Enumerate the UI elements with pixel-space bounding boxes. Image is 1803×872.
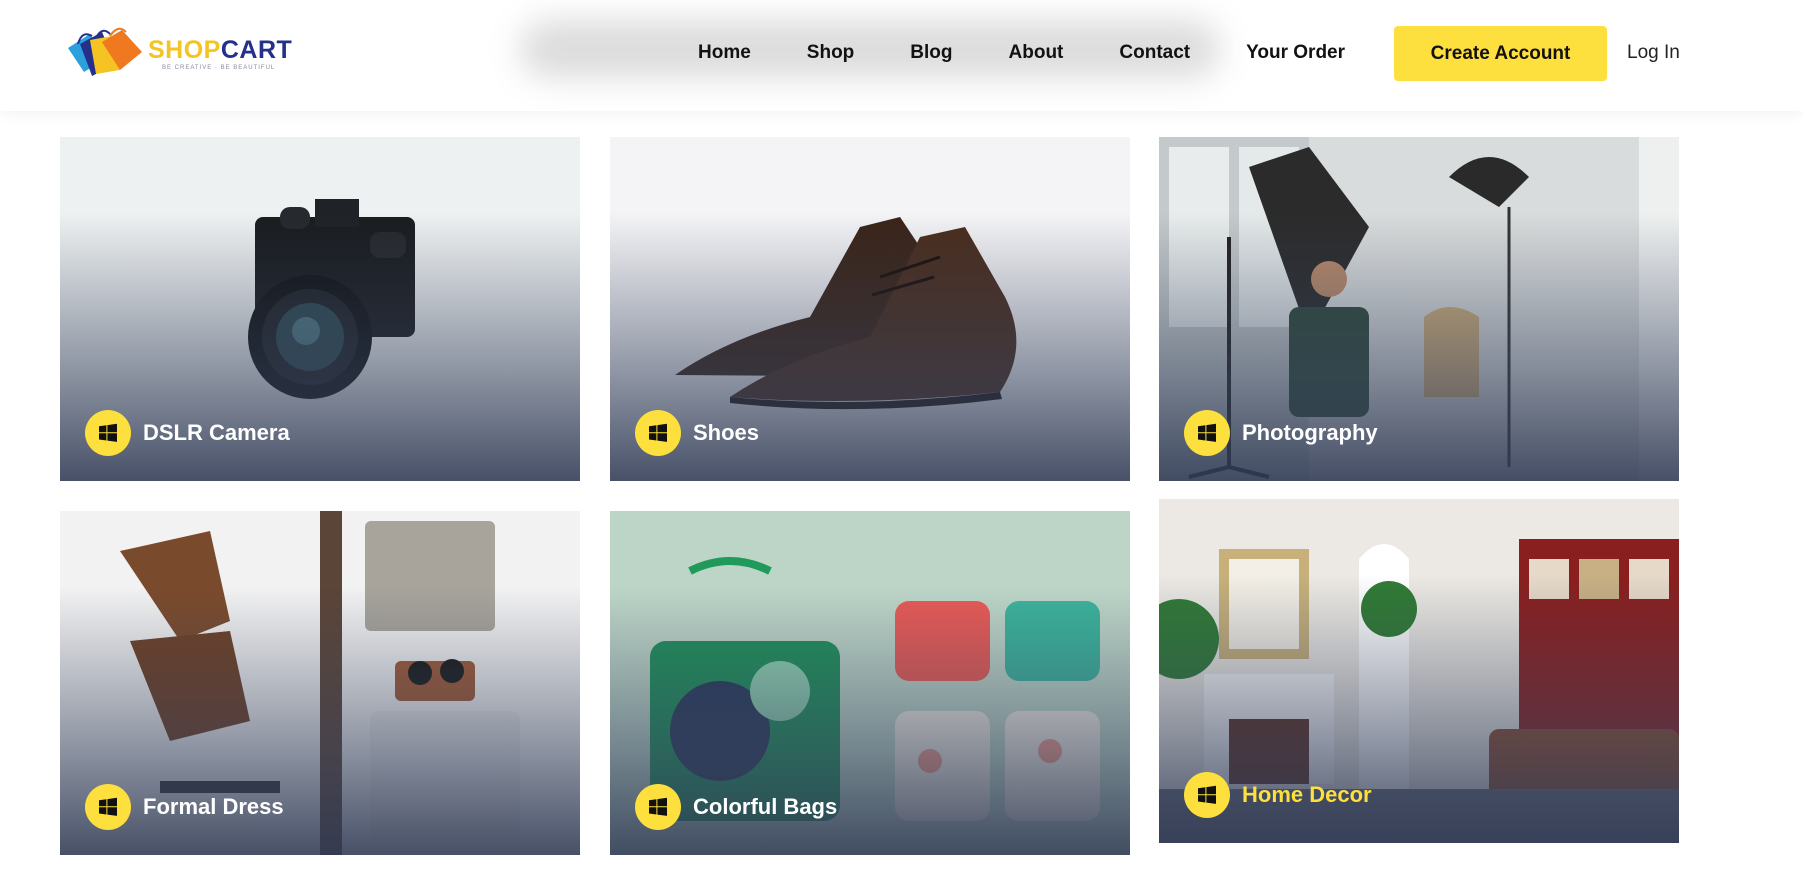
- category-card-home-decor[interactable]: Home Decor: [1159, 499, 1679, 843]
- card-label: Photography: [1184, 410, 1378, 456]
- brand-name-cart: CART: [220, 35, 293, 64]
- card-title: Home Decor: [1242, 782, 1372, 807]
- site-header: SHOPCART BE CREATIVE · BE BEAUTIFUL Home…: [0, 0, 1803, 111]
- nav-your-order[interactable]: Your Order: [1246, 42, 1345, 64]
- card-label: Shoes: [635, 410, 759, 456]
- card-title: Formal Dress: [143, 794, 284, 819]
- card-label: Home Decor: [1184, 772, 1372, 818]
- card-title: Shoes: [693, 420, 760, 445]
- windows-icon: [635, 784, 681, 830]
- category-card-colorful-bags[interactable]: Colorful Bags: [610, 511, 1130, 855]
- card-label: Formal Dress: [85, 784, 284, 830]
- nav-blog[interactable]: Blog: [910, 42, 952, 64]
- nav-home[interactable]: Home: [698, 42, 751, 64]
- main-nav: Home Shop Blog About Contact Your Order: [698, 42, 1345, 64]
- card-title: Colorful Bags: [693, 794, 838, 819]
- nav-contact[interactable]: Contact: [1119, 42, 1190, 64]
- card-title: DSLR Camera: [143, 420, 290, 445]
- login-link[interactable]: Log In: [1627, 42, 1680, 64]
- windows-icon: [1184, 772, 1230, 818]
- nav-about[interactable]: About: [1009, 42, 1064, 64]
- brand-name: SHOPCART: [148, 36, 292, 64]
- category-card-dslr-camera[interactable]: DSLR Camera: [60, 137, 580, 481]
- create-account-button[interactable]: Create Account: [1394, 26, 1607, 81]
- brand-name-shop: SHOP: [148, 35, 221, 64]
- shopping-bags-logo-icon: [64, 24, 156, 82]
- windows-icon: [85, 784, 131, 830]
- windows-icon: [85, 410, 131, 456]
- category-card-formal-dress[interactable]: Formal Dress: [60, 511, 580, 855]
- card-title: Photography: [1242, 420, 1378, 445]
- windows-icon: [1184, 410, 1230, 456]
- card-label: DSLR Camera: [85, 410, 290, 456]
- brand-tagline: BE CREATIVE · BE BEAUTIFUL: [162, 64, 276, 71]
- category-card-shoes[interactable]: Shoes: [610, 137, 1130, 481]
- category-card-photography[interactable]: Photography: [1159, 137, 1679, 481]
- windows-icon: [635, 410, 681, 456]
- nav-shop[interactable]: Shop: [807, 42, 855, 64]
- brand-logo[interactable]: SHOPCART BE CREATIVE · BE BEAUTIFUL: [64, 24, 292, 82]
- card-label: Colorful Bags: [635, 784, 837, 830]
